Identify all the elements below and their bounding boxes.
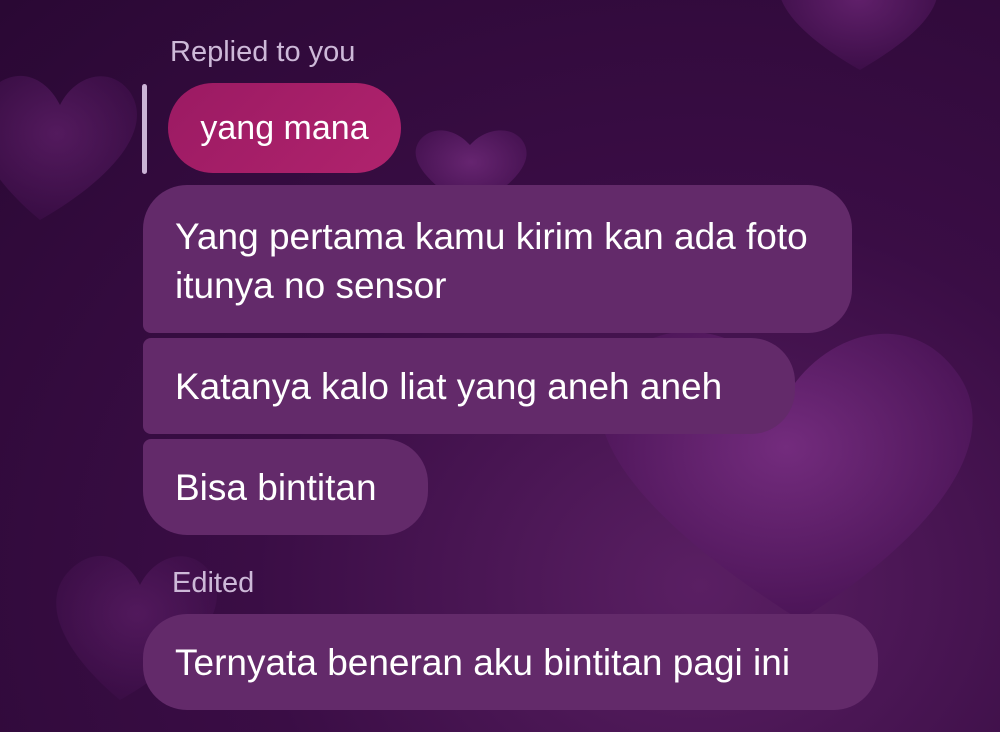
message-text: Ternyata beneran aku bintitan pagi ini: [175, 641, 791, 683]
replied-to-you-label: Replied to you: [170, 36, 356, 68]
message-text: Katanya kalo liat yang aneh aneh: [175, 365, 723, 407]
edited-message-bubble[interactable]: Ternyata beneran aku bintitan pagi ini: [143, 614, 878, 710]
reply-indicator-bar: [142, 84, 147, 174]
message-bubble[interactable]: Bisa bintitan: [143, 439, 428, 535]
edited-label: Edited: [172, 567, 255, 599]
quoted-reply-text: yang mana: [200, 108, 369, 147]
message-text: Yang pertama kamu kirim kan ada foto itu…: [175, 216, 808, 306]
message-bubble[interactable]: Katanya kalo liat yang aneh aneh: [143, 338, 795, 434]
chat-thread: Replied to you yang mana Yang pertama ka…: [0, 0, 1000, 732]
message-text: Bisa bintitan: [175, 466, 377, 508]
quoted-reply-bubble[interactable]: yang mana: [168, 83, 401, 173]
message-bubble[interactable]: Yang pertama kamu kirim kan ada foto itu…: [143, 185, 852, 333]
